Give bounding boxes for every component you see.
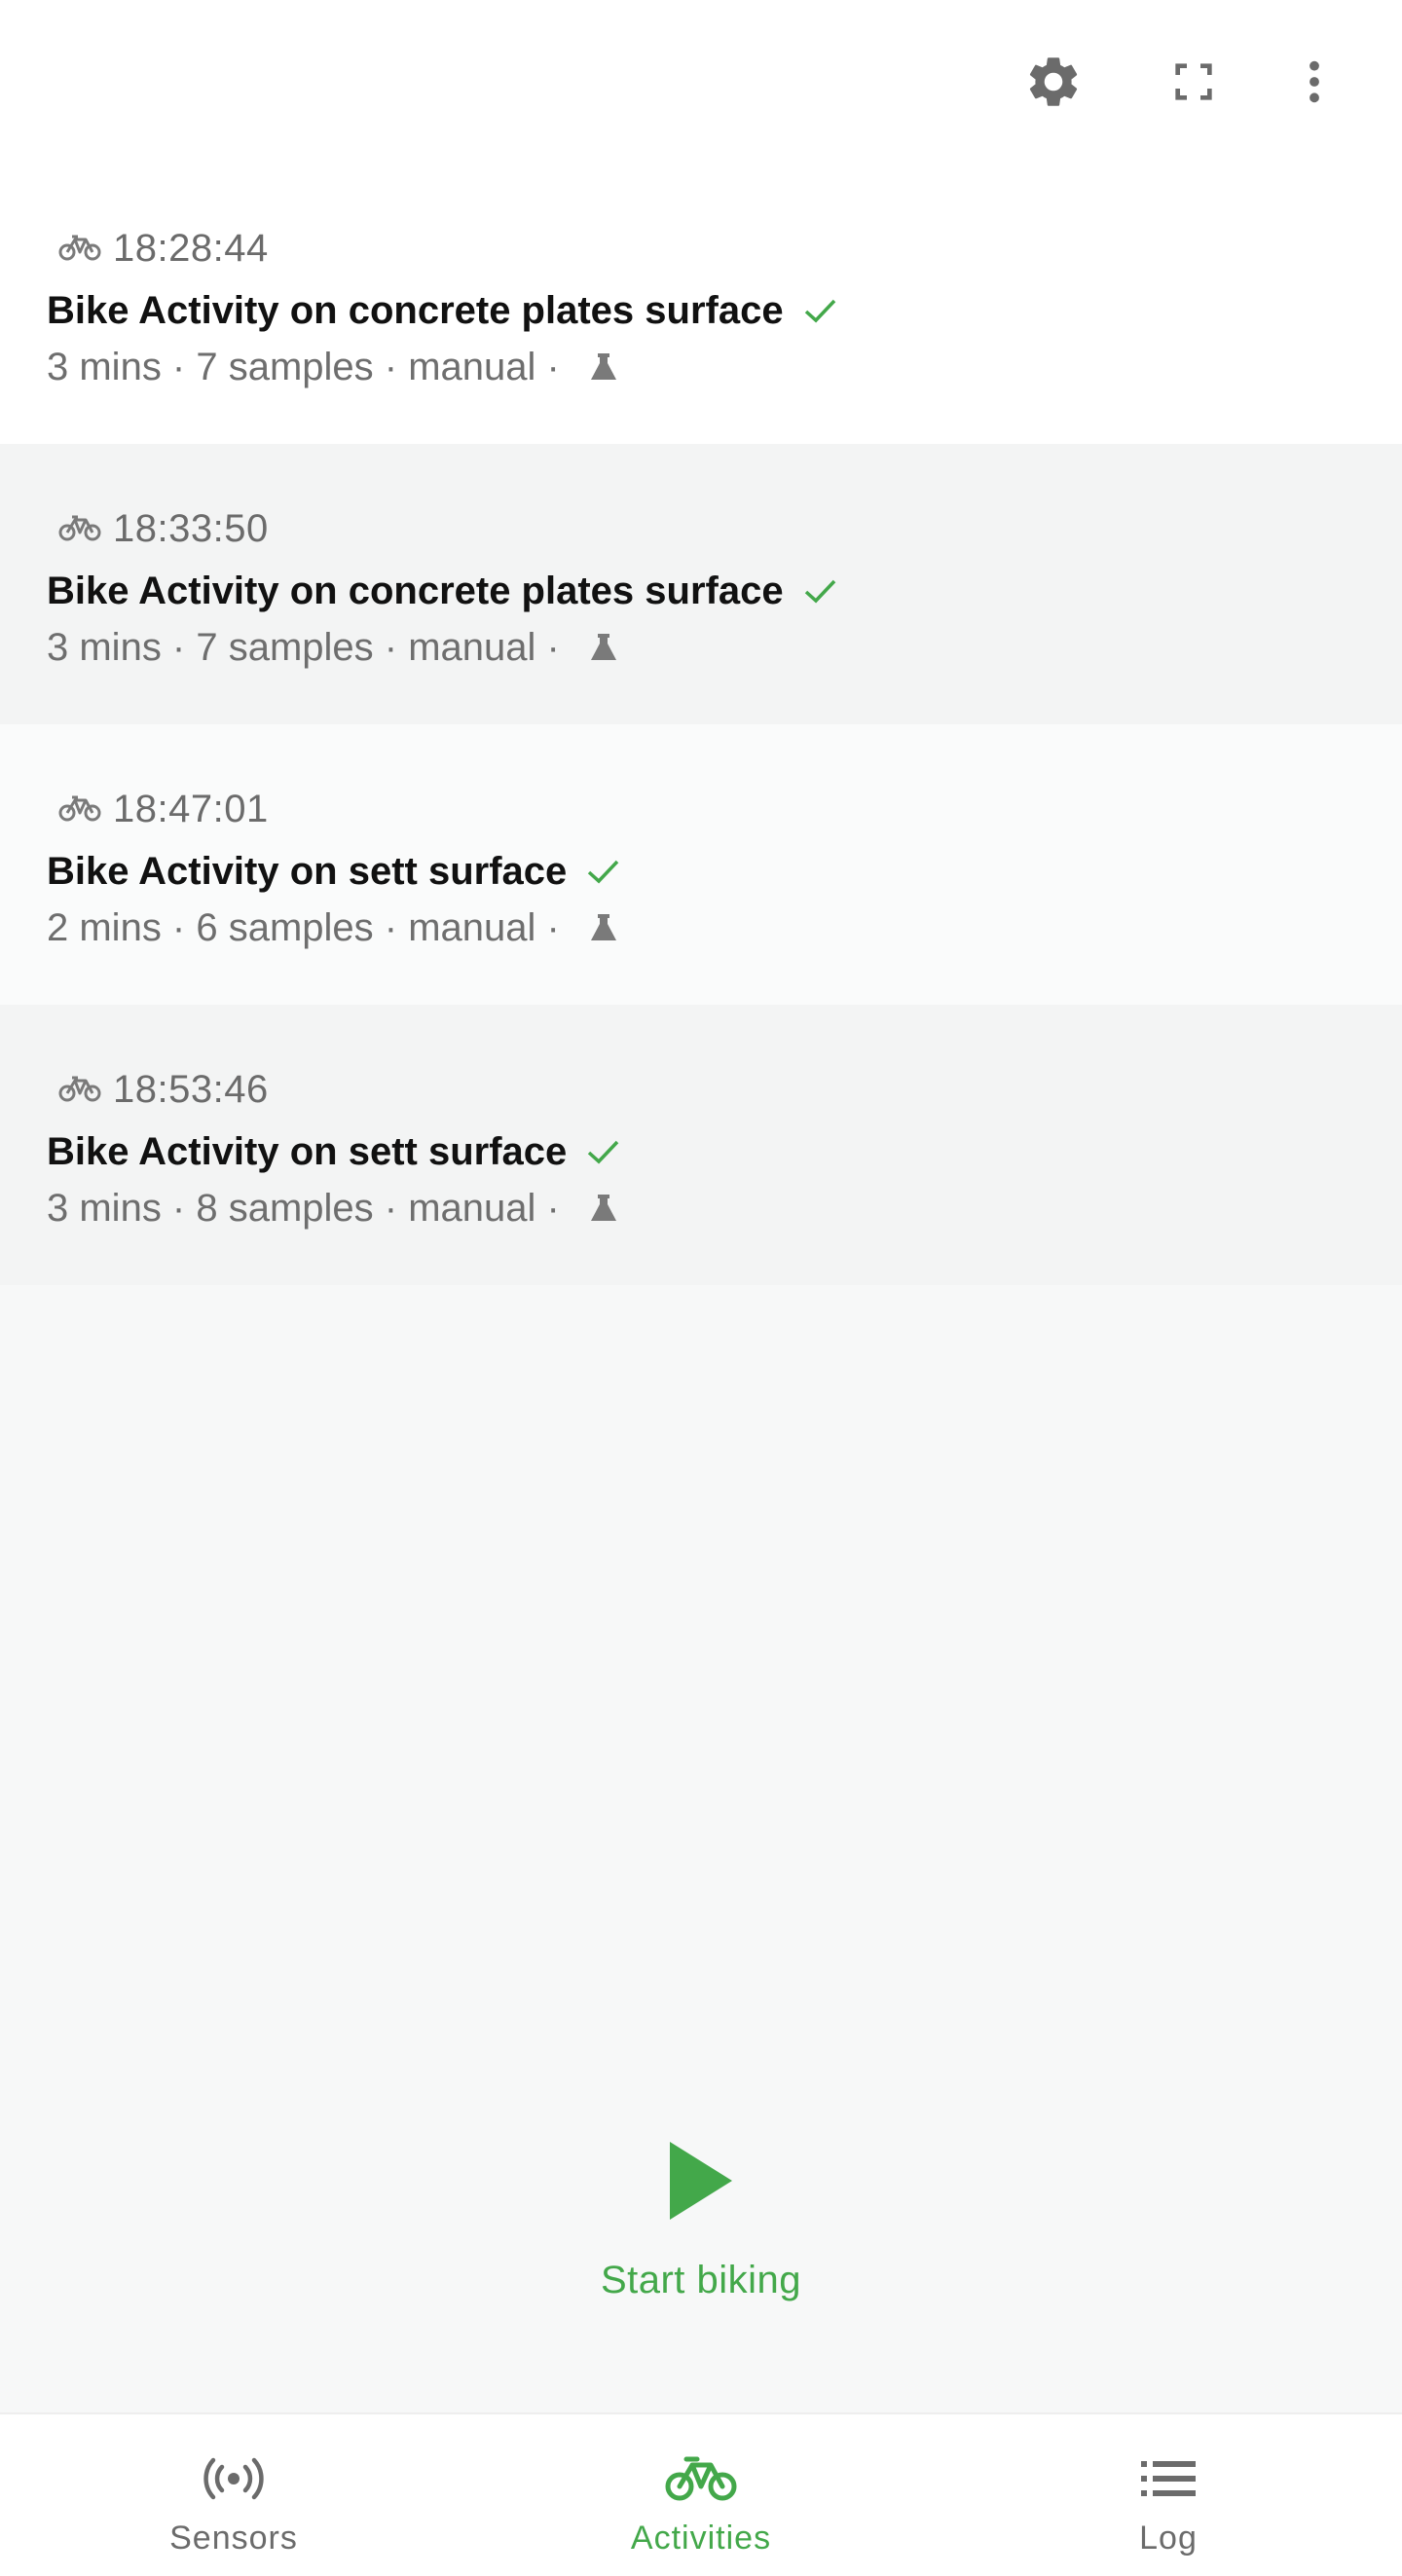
activity-title: Bike Activity on concrete plates surface — [47, 288, 784, 332]
activity-time: 18:28:44 — [113, 226, 269, 270]
nav-item-sensors[interactable]: Sensors — [0, 2414, 467, 2576]
activity-time: 18:33:50 — [113, 506, 269, 550]
fullscreen-icon — [1175, 63, 1212, 100]
check-icon — [584, 856, 623, 887]
activity-title-row: Bike Activity on concrete plates surface — [47, 284, 840, 337]
list-icon — [1139, 2449, 1198, 2508]
flask-icon — [587, 631, 620, 664]
top-app-bar — [0, 0, 1402, 164]
activity-time-row: 18:47:01 — [58, 785, 269, 833]
nav-item-log[interactable]: Log — [935, 2414, 1402, 2576]
bike-icon — [665, 2449, 737, 2508]
bike-icon — [58, 795, 101, 822]
activity-list-item[interactable]: 18:28:44 Bike Activity on concrete plate… — [0, 164, 1402, 444]
activity-title: Bike Activity on sett surface — [47, 1129, 568, 1173]
start-biking-button[interactable] — [652, 2132, 750, 2229]
check-icon — [801, 295, 840, 326]
activity-meta-row: 3 mins · 7 samples · manual · — [47, 341, 620, 393]
activity-meta: 3 mins · 7 samples · manual · — [47, 625, 560, 669]
activity-title-row: Bike Activity on concrete plates surface — [47, 565, 840, 617]
start-biking-section: Start biking — [0, 2132, 1402, 2302]
bike-icon — [58, 1076, 101, 1102]
nav-label: Sensors — [169, 2520, 298, 2557]
gear-icon — [1029, 57, 1078, 106]
activity-time: 18:47:01 — [113, 787, 269, 830]
start-biking-label[interactable]: Start biking — [0, 2259, 1402, 2302]
settings-button[interactable] — [1015, 43, 1092, 121]
nav-label: Log — [1139, 2520, 1198, 2557]
flask-icon — [587, 911, 620, 944]
activity-meta: 2 mins · 6 samples · manual · — [47, 905, 560, 949]
activity-title-row: Bike Activity on sett surface — [47, 845, 623, 898]
sensors-icon — [203, 2449, 265, 2508]
activity-title-row: Bike Activity on sett surface — [47, 1125, 623, 1178]
activity-meta-row: 3 mins · 8 samples · manual · — [47, 1182, 620, 1234]
activity-list-item[interactable]: 18:53:46 Bike Activity on sett surface 3… — [0, 1005, 1402, 1285]
activity-title: Bike Activity on concrete plates surface — [47, 569, 784, 612]
overflow-menu-button[interactable] — [1275, 43, 1353, 121]
bottom-navigation: Sensors Activities Log — [0, 2412, 1402, 2576]
flask-icon — [587, 350, 620, 384]
check-icon — [801, 575, 840, 607]
activity-meta-row: 3 mins · 7 samples · manual · — [47, 621, 620, 674]
bike-icon — [58, 515, 101, 541]
play-icon — [670, 2142, 732, 2220]
activity-time: 18:53:46 — [113, 1067, 269, 1111]
bike-icon — [58, 235, 101, 261]
activity-title: Bike Activity on sett surface — [47, 849, 568, 893]
activity-meta-row: 2 mins · 6 samples · manual · — [47, 902, 620, 954]
fullscreen-button[interactable] — [1155, 43, 1233, 121]
activity-meta: 3 mins · 7 samples · manual · — [47, 345, 560, 388]
activity-list-item[interactable]: 18:47:01 Bike Activity on sett surface 2… — [0, 724, 1402, 1005]
activity-time-row: 18:53:46 — [58, 1065, 269, 1114]
activity-time-row: 18:33:50 — [58, 504, 269, 553]
check-icon — [584, 1136, 623, 1167]
nav-label: Activities — [630, 2520, 772, 2557]
more-vert-icon — [1310, 60, 1319, 103]
activity-list: 18:28:44 Bike Activity on concrete plate… — [0, 164, 1402, 1285]
activity-list-item[interactable]: 18:33:50 Bike Activity on concrete plate… — [0, 444, 1402, 724]
activity-meta: 3 mins · 8 samples · manual · — [47, 1186, 560, 1230]
activity-time-row: 18:28:44 — [58, 224, 269, 273]
nav-item-activities[interactable]: Activities — [467, 2414, 935, 2576]
flask-icon — [587, 1192, 620, 1225]
